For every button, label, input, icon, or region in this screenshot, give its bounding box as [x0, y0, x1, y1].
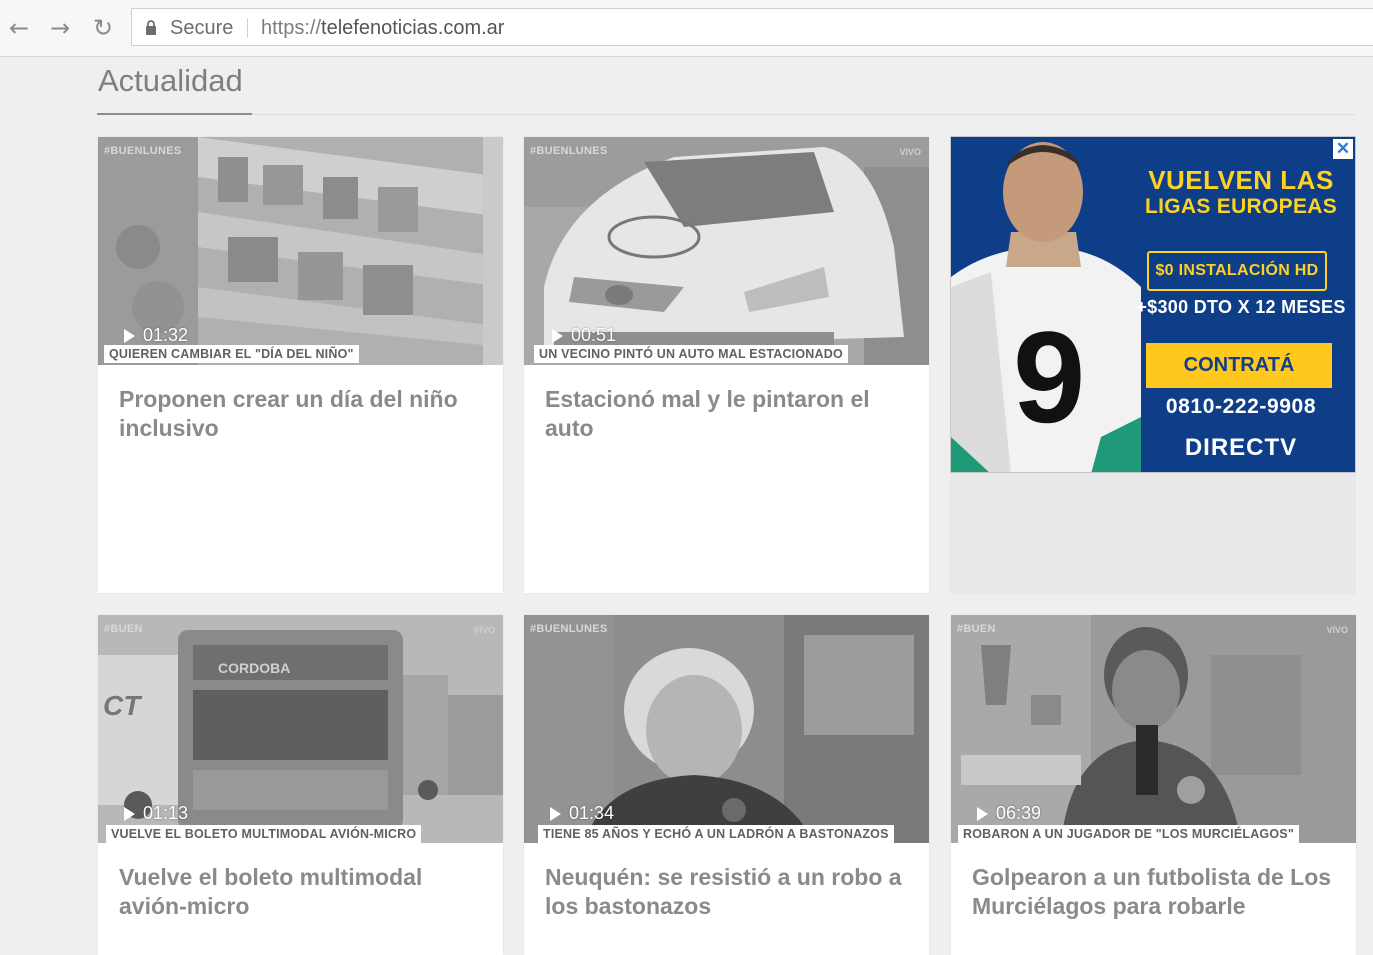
news-card[interactable]: #BUENLUNES 01:34 TIENE 85 AÑOS Y ECHÓ A … — [524, 615, 929, 955]
ad-headline-1: VUELVEN LAS — [1148, 165, 1334, 195]
jersey-number: 9 — [1013, 304, 1086, 450]
video-caption: VUELVE EL BOLETO MULTIMODAL AVIÓN-MICRO — [106, 825, 422, 843]
duration-label: 00:51 — [571, 325, 617, 345]
duration-label: 06:39 — [996, 803, 1042, 823]
url-host: telefenoticias.com.ar — [321, 17, 505, 39]
card-headline[interactable]: Estacionó mal y le pintaron el auto — [524, 365, 929, 443]
duration-label: 01:13 — [143, 803, 189, 823]
video-caption: UN VECINO PINTÓ UN AUTO MAL ESTACIONADO — [534, 345, 848, 363]
ad-promo-text: +$300 DTO X 12 MESES — [1136, 297, 1346, 317]
news-card[interactable]: #BUEN VIVO 06:39 ROBARON A UN JUGADOR DE… — [951, 615, 1356, 955]
ad-phone-number: 0810-222-9908 — [1165, 395, 1317, 418]
play-icon[interactable] — [552, 328, 563, 343]
video-thumbnail[interactable]: #BUEN VIVO 06:39 ROBARON A UN JUGADOR DE… — [951, 615, 1356, 843]
video-thumbnail[interactable]: #BUENLUNES 01:32 QUIEREN CAMBIAR EL "DÍA… — [98, 137, 503, 365]
arrow-right-icon[interactable]: → — [45, 13, 75, 43]
card-headline[interactable]: Neuquén: se resistió a un robo a los bas… — [524, 843, 929, 921]
live-badge: VIVO — [1326, 625, 1348, 635]
duration-label: 01:32 — [143, 325, 189, 345]
video-duration: 00:51 — [552, 325, 616, 346]
news-card[interactable]: #BUENLUNES VIVO 00:51 UN VECINO PINTÓ UN… — [524, 137, 929, 593]
url-text[interactable]: https://telefenoticias.com.ar — [261, 17, 504, 40]
close-icon[interactable]: ✕ — [1333, 139, 1353, 159]
program-tag: #BUEN — [957, 623, 996, 635]
live-badge: VIVO — [899, 147, 921, 157]
video-caption: QUIEREN CAMBIAR EL "DÍA DEL NIÑO" — [104, 345, 359, 363]
card-headline[interactable]: Proponen crear un día del niño inclusivo — [98, 365, 503, 443]
card-headline[interactable]: Golpearon a un futbolista de Los Murciél… — [951, 843, 1356, 921]
section-title: Actualidad — [98, 63, 243, 98]
url-scheme: https:// — [261, 17, 322, 39]
play-icon[interactable] — [124, 328, 135, 343]
video-thumbnail[interactable]: #BUENLUNES VIVO 00:51 UN VECINO PINTÓ UN… — [524, 137, 929, 365]
address-bar[interactable]: Secure https://telefenoticias.com.ar — [131, 8, 1373, 46]
svg-text:CORDOBA: CORDOBA — [218, 660, 290, 676]
ad-cta-button[interactable]: CONTRATÁ — [1146, 343, 1332, 388]
video-duration: 06:39 — [977, 803, 1041, 824]
program-tag: #BUENLUNES — [104, 145, 182, 157]
play-icon[interactable] — [124, 806, 135, 821]
play-icon[interactable] — [550, 806, 561, 821]
omnibox-separator — [247, 18, 248, 38]
video-caption: ROBARON A UN JUGADOR DE "LOS MURCIÉLAGOS… — [958, 825, 1299, 843]
live-badge: VIVO — [473, 625, 495, 635]
news-card[interactable]: #BUENLUNES 01:32 QUIEREN CAMBIAR EL "DÍA… — [98, 137, 503, 593]
secure-label: Secure — [170, 17, 234, 39]
video-duration: 01:13 — [124, 803, 188, 824]
directv-ad-banner[interactable]: 9 ✕ VUELVEN LAS LIGAS EUROPEAS $0 INSTAL… — [950, 136, 1356, 473]
play-icon[interactable] — [977, 806, 988, 821]
section-title-underline — [97, 113, 252, 115]
svg-text:CT: CT — [103, 690, 143, 721]
section-divider — [97, 114, 1355, 115]
video-duration: 01:32 — [124, 325, 188, 346]
news-card[interactable]: CT CORDOBA #BUEN VIVO 01:13 VUELVE EL BO… — [98, 615, 503, 955]
reload-icon[interactable]: ↻ — [88, 13, 118, 43]
lock-icon — [146, 20, 156, 35]
ad-offer-box: $0 INSTALACIÓN HD — [1147, 251, 1327, 291]
program-tag: #BUENLUNES — [530, 623, 608, 635]
duration-label: 01:34 — [569, 803, 615, 823]
ad-headline-2: LIGAS EUROPEAS — [1144, 195, 1338, 218]
browser-toolbar: ← → ↻ Secure https://telefenoticias.com.… — [0, 0, 1373, 57]
arrow-left-icon[interactable]: ← — [4, 13, 34, 43]
video-thumbnail[interactable]: CT CORDOBA #BUEN VIVO 01:13 VUELVE EL BO… — [98, 615, 503, 843]
video-thumbnail[interactable]: #BUENLUNES 01:34 TIENE 85 AÑOS Y ECHÓ A … — [524, 615, 929, 843]
program-tag: #BUENLUNES — [530, 145, 608, 157]
card-headline[interactable]: Vuelve el boleto multimodal avión-micro — [98, 843, 503, 921]
directv-logo: DIRECTV — [1184, 434, 1298, 461]
video-caption: TIENE 85 AÑOS Y ECHÓ A UN LADRÓN A BASTO… — [538, 825, 894, 843]
video-duration: 01:34 — [550, 803, 614, 824]
program-tag: #BUEN — [104, 623, 143, 635]
